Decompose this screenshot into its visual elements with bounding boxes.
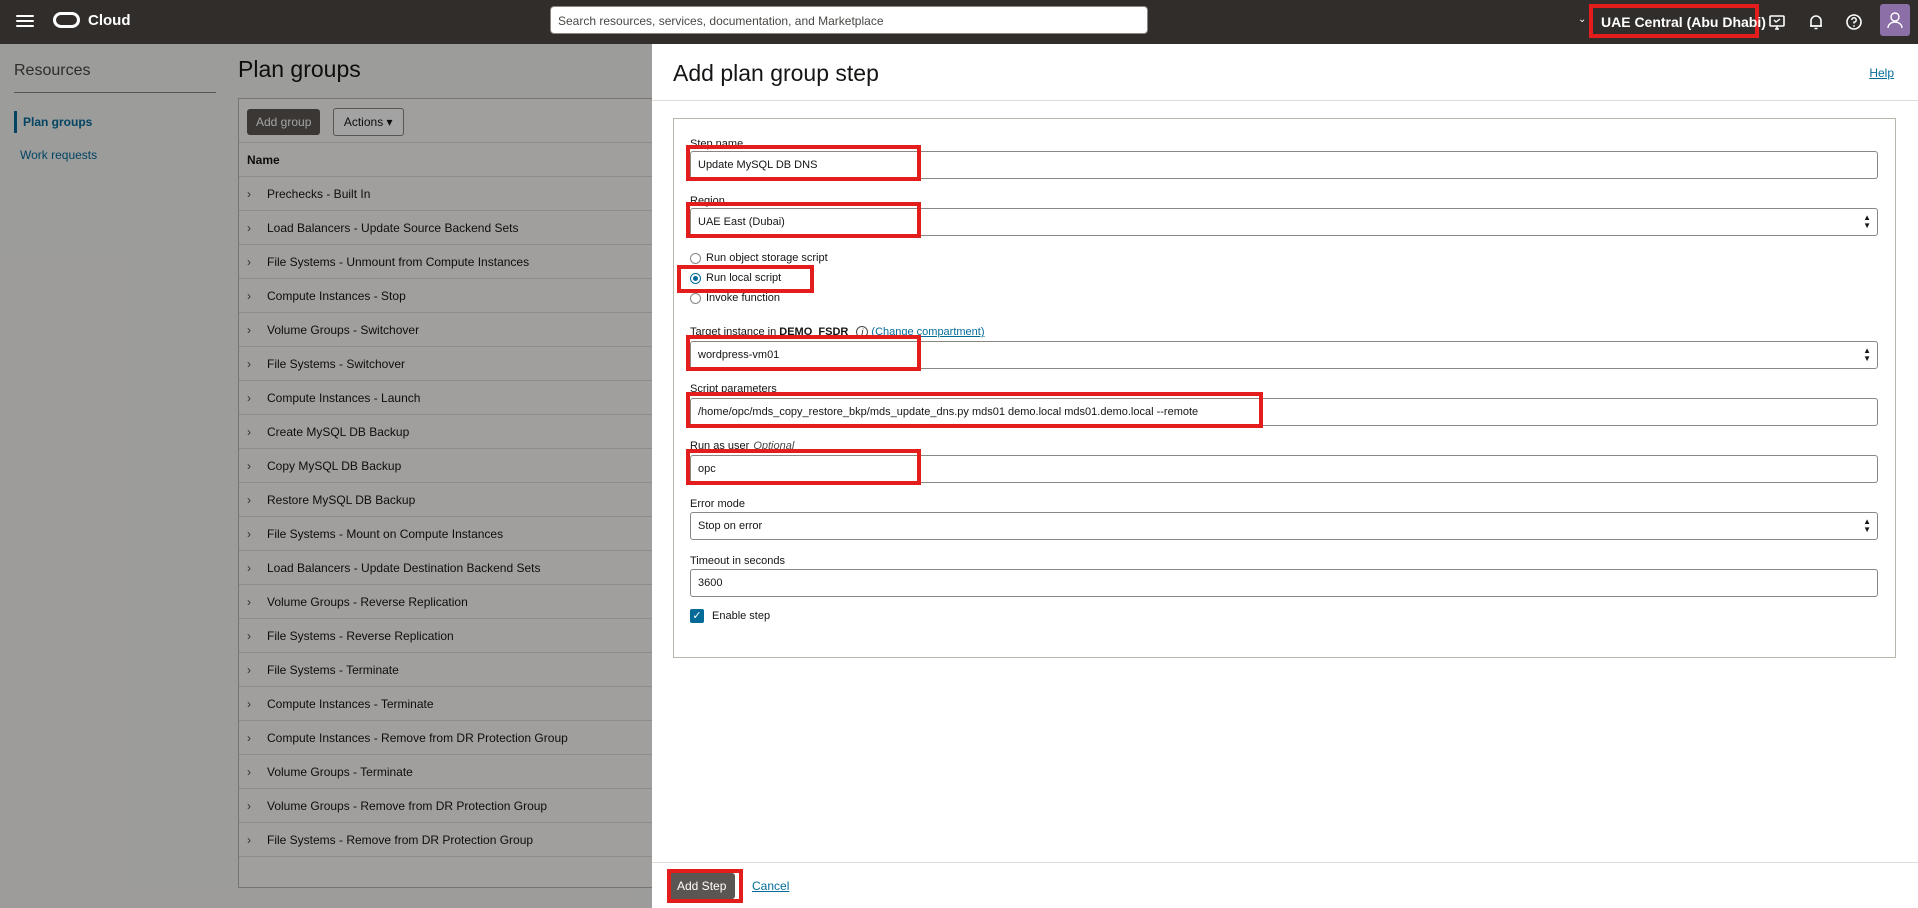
search-input[interactable]: Search resources, services, documentatio… xyxy=(550,6,1148,34)
radio-button[interactable] xyxy=(690,292,701,304)
hamburger-menu-icon[interactable] xyxy=(16,12,34,30)
error-mode-label: Error mode xyxy=(690,498,746,510)
add-plan-group-step-panel: Add plan group step Help Step name Updat… xyxy=(652,44,1918,908)
cancel-link[interactable]: Cancel xyxy=(752,879,789,893)
oracle-logo-icon[interactable] xyxy=(53,12,80,28)
divider xyxy=(652,100,1918,101)
panel-footer: Add Step Cancel xyxy=(652,862,1918,908)
panel-title: Add plan group step xyxy=(673,60,879,86)
enable-step-checkbox[interactable]: ✓ xyxy=(690,609,704,623)
radio-run-object-storage-script[interactable]: Run object storage script xyxy=(690,252,828,264)
user-avatar[interactable] xyxy=(1880,4,1910,36)
timeout-input[interactable]: 3600 xyxy=(690,569,1878,597)
timeout-label: Timeout in seconds xyxy=(690,555,785,567)
enable-step-checkbox-row[interactable]: ✓ Enable step xyxy=(690,609,770,623)
cloud-shell-icon[interactable] xyxy=(1767,12,1787,32)
radio-button[interactable] xyxy=(690,252,701,264)
chevron-down-icon[interactable]: ⌄ xyxy=(1578,14,1586,25)
highlight-box xyxy=(686,449,921,485)
notifications-bell-icon[interactable] xyxy=(1806,12,1826,32)
radio-label: Invoke function xyxy=(706,292,780,304)
radio-invoke-function[interactable]: Invoke function xyxy=(690,292,780,304)
error-mode-value: Stop on error xyxy=(698,520,763,532)
select-arrows-icon: ▲ ▼ xyxy=(1863,346,1871,363)
help-link[interactable]: Help xyxy=(1869,66,1894,80)
enable-step-label: Enable step xyxy=(712,610,771,622)
select-arrows-icon: ▲ ▼ xyxy=(1863,517,1871,534)
step-form: Step name Update MySQL DB DNS Region UAE… xyxy=(673,118,1896,658)
highlight-box xyxy=(667,869,743,903)
highlight-box xyxy=(686,335,921,371)
radio-label: Run object storage script xyxy=(706,252,828,264)
region-selector[interactable]: UAE Central (Abu Dhabi) xyxy=(1589,4,1766,38)
highlight-box xyxy=(686,145,921,181)
highlight-box xyxy=(677,265,814,293)
user-icon xyxy=(1887,12,1903,29)
brand-label[interactable]: Cloud xyxy=(88,12,131,29)
highlight-box xyxy=(686,202,921,238)
select-arrows-icon: ▲ ▼ xyxy=(1863,213,1871,230)
modal-overlay[interactable] xyxy=(0,44,652,908)
highlight-box xyxy=(686,392,1263,428)
help-icon[interactable] xyxy=(1844,12,1864,32)
top-navigation-bar: Cloud Search resources, services, docume… xyxy=(0,0,1918,44)
error-mode-select[interactable]: Stop on error ▲ ▼ xyxy=(690,512,1878,540)
